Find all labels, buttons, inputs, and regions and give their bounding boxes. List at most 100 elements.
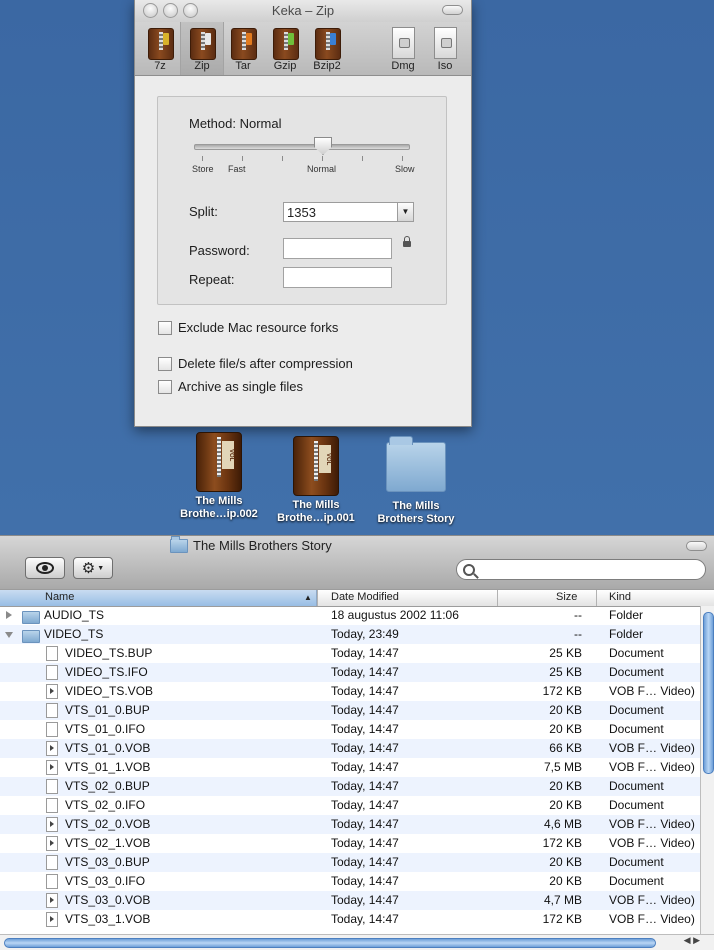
toolbar-toggle-button[interactable]: [686, 541, 707, 551]
table-row[interactable]: VTS_02_0.VOB Today, 14:47 4,6 MB VOB F… Vid…: [0, 815, 700, 834]
file-kind: Folder: [609, 627, 644, 641]
table-row[interactable]: VTS_03_0.BUP Today, 14:47 20 KB Document: [0, 853, 700, 872]
disclosure-closed-icon[interactable]: [6, 611, 12, 619]
checkbox-box[interactable]: [158, 356, 172, 371]
table-row[interactable]: VTS_01_1.VOB Today, 14:47 7,5 MB VOB F… Vid…: [0, 758, 700, 777]
table-row[interactable]: VTS_02_1.VOB Today, 14:47 172 KB VOB F… Vid…: [0, 834, 700, 853]
file-size: 20 KB: [549, 722, 582, 736]
slider-tick: [242, 156, 243, 161]
desktop-icon-zip-001[interactable]: The MillsBrothe…ip.001: [268, 436, 364, 525]
file-name: VIDEO_TS: [44, 627, 104, 641]
file-kind: VOB F… Video): [609, 760, 695, 774]
table-row[interactable]: VTS_01_0.IFO Today, 14:47 20 KB Document: [0, 720, 700, 739]
file-size: --: [574, 608, 582, 622]
table-row[interactable]: VTS_03_1.VOB Today, 14:47 172 KB VOB F… Vid…: [0, 910, 700, 929]
video-file-icon: [46, 684, 58, 699]
table-row[interactable]: VIDEO_TS Today, 23:49 -- Folder: [0, 625, 700, 644]
file-size: 20 KB: [549, 855, 582, 869]
table-row[interactable]: AUDIO_TS 18 augustus 2002 11:06 -- Folder: [0, 606, 700, 625]
file-kind: VOB F… Video): [609, 836, 695, 850]
file-kind: Document: [609, 722, 664, 736]
finder-toolbar: The Mills Brothers Story ⚙ ▼: [0, 535, 714, 589]
format-dmg-button[interactable]: Dmg: [382, 22, 424, 75]
method-label: Method: Normal: [189, 116, 282, 131]
chevron-down-icon[interactable]: ▼: [397, 203, 413, 221]
column-divider[interactable]: [317, 590, 318, 606]
file-size: 4,7 MB: [543, 893, 582, 907]
folder-icon: [22, 630, 40, 643]
column-divider[interactable]: [596, 590, 597, 606]
split-combobox[interactable]: 1353 ▼: [283, 202, 414, 222]
desktop-icon-folder[interactable]: The Mills Brothers Story: [368, 432, 464, 526]
single-files-checkbox[interactable]: Archive as single files: [158, 379, 303, 394]
delete-after-checkbox[interactable]: Delete file/s after compression: [158, 356, 353, 371]
vertical-scrollbar[interactable]: [700, 606, 714, 936]
archive-gzip-icon: [273, 28, 299, 60]
slider-knob[interactable]: [314, 137, 332, 155]
column-date-modified[interactable]: Date Modified: [331, 591, 399, 603]
table-row[interactable]: VTS_02_0.IFO Today, 14:47 20 KB Document: [0, 796, 700, 815]
horizontal-scroll-thumb[interactable]: [4, 938, 656, 948]
password-field[interactable]: [283, 238, 392, 259]
folder-icon: [22, 611, 40, 624]
file-date: Today, 14:47: [331, 779, 399, 793]
column-header: Name ▲ Date Modified Size Kind: [0, 589, 714, 607]
file-size: 172 KB: [542, 836, 582, 850]
slider-label-store: Store: [192, 164, 214, 174]
format-tar-button[interactable]: Tar: [222, 22, 264, 75]
table-row[interactable]: VTS_03_0.IFO Today, 14:47 20 KB Document: [0, 872, 700, 891]
disclosure-open-icon[interactable]: [5, 632, 13, 638]
table-row[interactable]: VIDEO_TS.IFO Today, 14:47 25 KB Document: [0, 663, 700, 682]
slider-label-fast: Fast: [228, 164, 246, 174]
exclude-forks-checkbox[interactable]: Exclude Mac resource forks: [158, 320, 338, 335]
scroll-arrows[interactable]: ◀ ▶: [684, 935, 700, 946]
column-size[interactable]: Size: [556, 591, 577, 603]
column-divider[interactable]: [497, 590, 498, 606]
column-kind[interactable]: Kind: [609, 591, 631, 603]
zip-archive-icon: [293, 436, 339, 496]
toolbar-toggle-button[interactable]: [442, 5, 463, 15]
format-toolbar: 7z Zip Tar Gzip Bzip2 Dmg Iso: [135, 22, 471, 76]
file-date: Today, 14:47: [331, 798, 399, 812]
video-file-icon: [46, 893, 58, 908]
format-7z-button[interactable]: 7z: [139, 22, 181, 75]
disk-image-icon: [392, 27, 415, 59]
desktop-icon-zip-002[interactable]: The MillsBrothe…ip.002: [171, 432, 267, 521]
compression-slider[interactable]: [194, 144, 410, 150]
slider-label-slow: Slow: [395, 164, 415, 174]
checkbox-box[interactable]: [158, 320, 172, 335]
table-row[interactable]: VTS_01_0.VOB Today, 14:47 66 KB VOB F… Vide…: [0, 739, 700, 758]
table-row[interactable]: VIDEO_TS.BUP Today, 14:47 25 KB Document: [0, 644, 700, 663]
table-row[interactable]: VTS_02_0.BUP Today, 14:47 20 KB Document: [0, 777, 700, 796]
archive-7z-icon: [148, 28, 174, 60]
format-bzip2-button[interactable]: Bzip2: [306, 22, 348, 75]
file-kind: VOB F… Video): [609, 817, 695, 831]
checkbox-box[interactable]: [158, 379, 172, 394]
zip-archive-icon: [196, 432, 242, 492]
split-value[interactable]: 1353: [287, 205, 316, 220]
lock-icon: [403, 236, 411, 247]
file-name: VTS_03_1.VOB: [65, 912, 151, 926]
file-date: 18 augustus 2002 11:06: [331, 608, 459, 622]
quick-look-button[interactable]: [25, 557, 65, 579]
video-file-icon: [46, 760, 58, 775]
file-name: VTS_03_0.IFO: [65, 874, 146, 888]
window-title: Keka – Zip: [271, 3, 335, 18]
table-row[interactable]: VIDEO_TS.VOB Today, 14:47 172 KB VOB F… Vid…: [0, 682, 700, 701]
table-row[interactable]: VTS_01_0.BUP Today, 14:47 20 KB Document: [0, 701, 700, 720]
action-menu-button[interactable]: ⚙ ▼: [73, 557, 113, 579]
file-size: 66 KB: [549, 741, 582, 755]
file-size: 172 KB: [542, 684, 582, 698]
keka-titlebar[interactable]: Keka – Zip: [135, 0, 471, 22]
vertical-scroll-thumb[interactable]: [703, 612, 714, 774]
file-date: Today, 14:47: [331, 817, 399, 831]
format-gzip-button[interactable]: Gzip: [264, 22, 306, 75]
file-kind: Document: [609, 874, 664, 888]
search-input[interactable]: [456, 559, 706, 580]
table-row[interactable]: VTS_03_0.VOB Today, 14:47 4,7 MB VOB F… Vid…: [0, 891, 700, 910]
column-name[interactable]: Name: [45, 591, 74, 603]
slider-tick: [402, 156, 403, 161]
format-iso-button[interactable]: Iso: [424, 22, 466, 75]
repeat-password-field[interactable]: [283, 267, 392, 288]
format-zip-button[interactable]: Zip: [180, 22, 224, 75]
